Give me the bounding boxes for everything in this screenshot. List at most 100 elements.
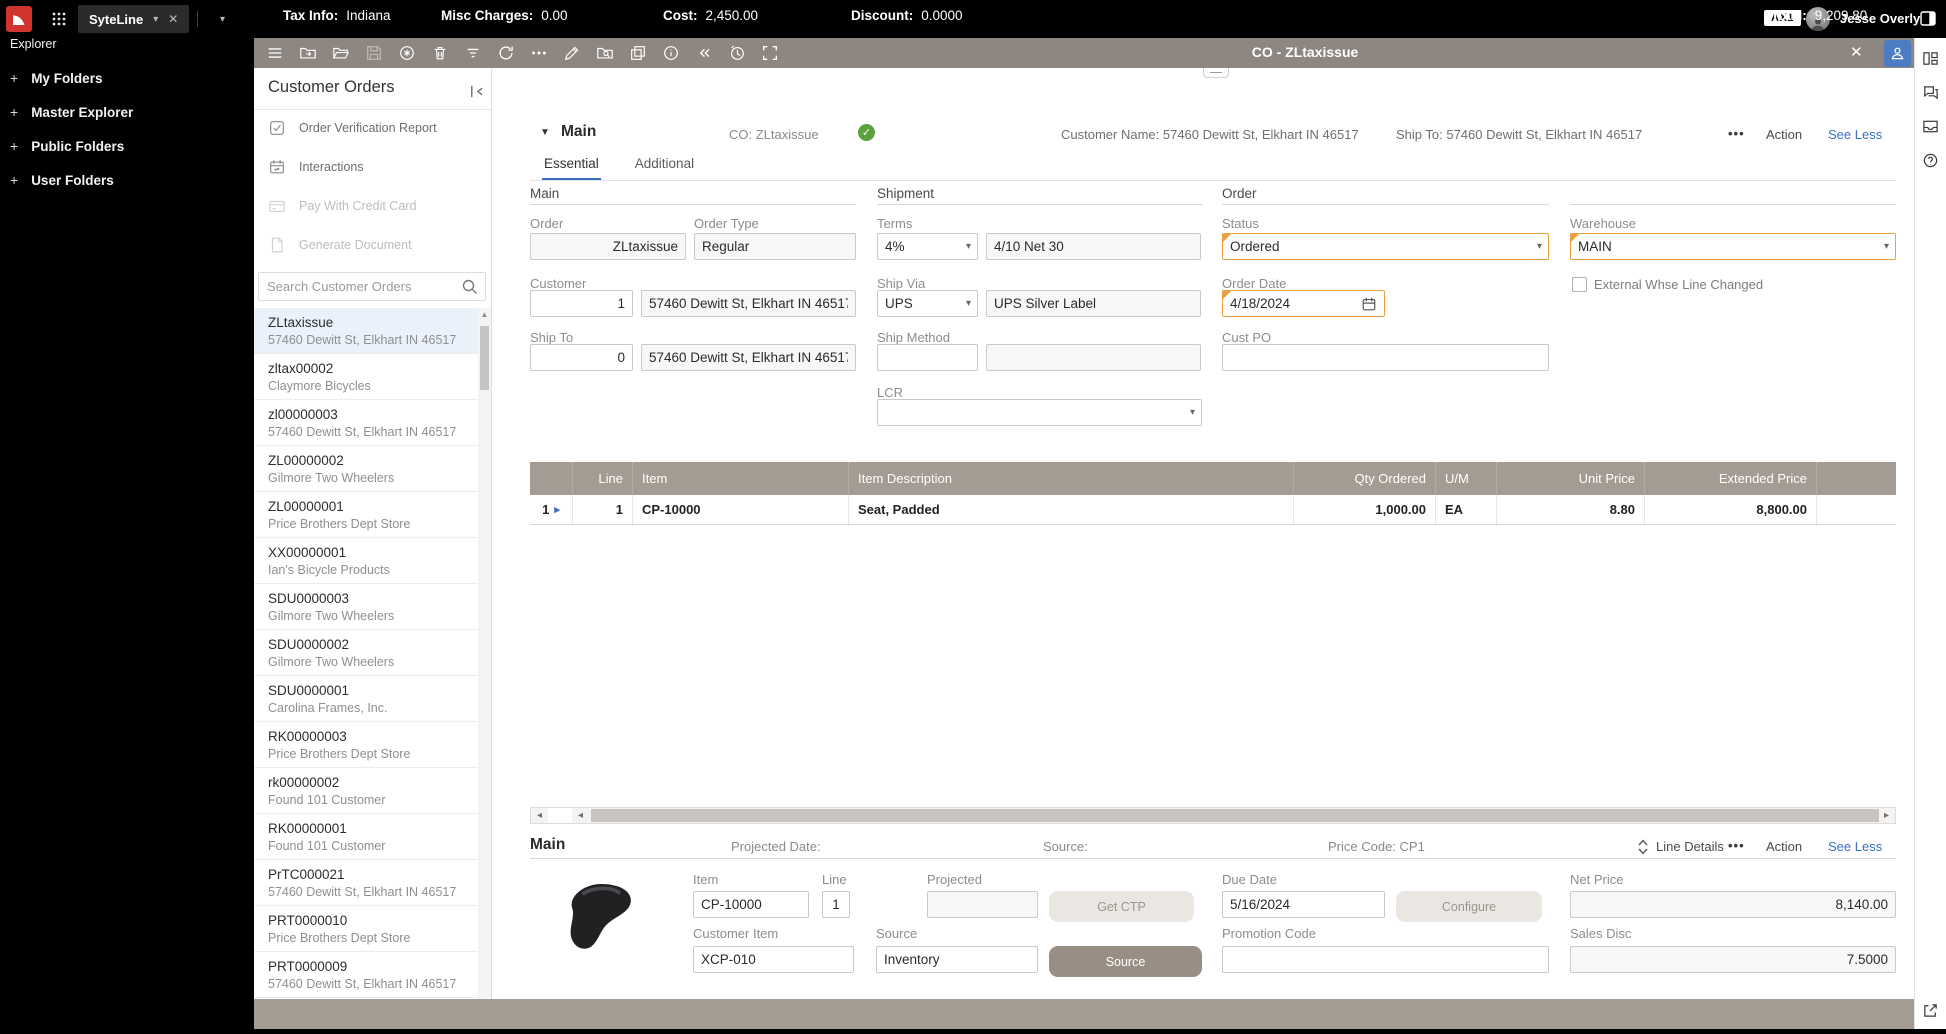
menu-item-generate-document[interactable]: Generate Document <box>268 233 412 257</box>
expand-plus-icon[interactable]: + <box>10 172 18 188</box>
explorer-folder-item[interactable]: + User Folders <box>10 172 133 188</box>
menu-icon[interactable] <box>266 44 284 62</box>
delete-icon[interactable] <box>431 44 449 62</box>
window-close-icon[interactable]: ✕ <box>1850 43 1863 63</box>
order-type-field[interactable] <box>694 233 856 260</box>
action-menu[interactable]: Action <box>1766 127 1802 142</box>
list-scrollbar[interactable]: ▲ <box>478 308 491 999</box>
scroll-left-icon[interactable]: ◂ <box>572 808 589 823</box>
search-input[interactable] <box>259 279 461 294</box>
order-list-item[interactable]: RK00000003 Price Brothers Dept Store <box>254 722 478 768</box>
explorer-folder-item[interactable]: + Master Explorer <box>10 104 133 120</box>
grid-header-qty[interactable]: Qty Ordered <box>1294 462 1436 495</box>
scrollbar-thumb[interactable] <box>480 326 489 390</box>
panel-toggle-icon[interactable] <box>1920 11 1936 26</box>
collapse-left-icon[interactable] <box>695 44 713 62</box>
scroll-up-icon[interactable]: ▲ <box>478 310 491 319</box>
order-list-item[interactable]: zltax00002 Claymore Bicycles <box>254 354 478 400</box>
order-date-field[interactable]: 4/18/2024 <box>1222 290 1385 317</box>
scroll-right-icon[interactable]: ▸ <box>1878 808 1895 823</box>
order-list-item[interactable]: RK00000001 Found 101 Customer <box>254 814 478 860</box>
order-list-item[interactable]: PRT0000009 57460 Dewitt St, Elkhart IN 4… <box>254 952 478 998</box>
expand-plus-icon[interactable]: + <box>10 138 18 154</box>
history-icon[interactable] <box>728 44 746 62</box>
order-list-item[interactable]: zl00000003 57460 Dewitt St, Elkhart IN 4… <box>254 400 478 446</box>
grid-header-unit-price[interactable]: Unit Price <box>1497 462 1645 495</box>
tab-additional[interactable]: Additional <box>633 156 696 181</box>
sales-disc-field[interactable] <box>1570 946 1896 973</box>
session-tab-syteline[interactable]: SyteLine ▾ ✕ <box>78 5 190 33</box>
customer-item-field[interactable] <box>693 946 854 973</box>
open-external-icon[interactable] <box>1922 1002 1939 1019</box>
external-whse-checkbox[interactable] <box>1572 277 1587 292</box>
promotion-code-field[interactable] <box>1222 946 1549 973</box>
item-field[interactable] <box>693 891 809 918</box>
chevron-down-icon[interactable]: ▾ <box>153 14 158 25</box>
collapse-handle[interactable] <box>1203 68 1229 78</box>
header-more-icon[interactable]: ••• <box>1728 126 1745 141</box>
explorer-folder-item[interactable]: + My Folders <box>10 70 133 86</box>
source-field[interactable] <box>876 946 1038 973</box>
ship-to-address-field[interactable] <box>641 344 856 371</box>
order-list-item[interactable]: rk00000002 Found 101 Customer <box>254 768 478 814</box>
order-list-item[interactable]: ZLtaxissue 57460 Dewitt St, Elkhart IN 4… <box>254 308 478 354</box>
more-actions-icon[interactable] <box>530 44 548 62</box>
scroll-left-icon[interactable]: ◂ <box>531 808 548 823</box>
grid-header-description[interactable]: Item Description <box>849 462 1294 495</box>
refresh-icon[interactable] <box>497 44 515 62</box>
ship-method-description-field[interactable] <box>986 344 1201 371</box>
search-icon[interactable] <box>461 278 479 296</box>
cust-po-field[interactable] <box>1222 344 1549 371</box>
menu-item-interactions[interactable]: Interactions <box>268 155 364 179</box>
help-icon[interactable] <box>1922 152 1939 169</box>
detail-see-less-link[interactable]: See Less <box>1828 839 1882 854</box>
infor-logo-icon[interactable] <box>6 6 32 32</box>
edit-icon[interactable] <box>563 44 581 62</box>
order-list-item[interactable]: PrTC000021 57460 Dewitt St, Elkhart IN 4… <box>254 860 478 906</box>
order-list-item[interactable]: SDU0000001 Carolina Frames, Inc. <box>254 676 478 722</box>
grid-data-row[interactable]: 1 ▸ 1 CP-10000 Seat, Padded 1,000.00 EA 8… <box>530 495 1896 525</box>
collapse-panel-icon[interactable] <box>468 83 485 100</box>
warehouse-select[interactable]: MAIN ▾ <box>1570 233 1896 260</box>
find-record-icon[interactable] <box>596 44 614 62</box>
order-list-item[interactable]: ZL00000001 Price Brothers Dept Store <box>254 492 478 538</box>
info-icon[interactable] <box>662 44 680 62</box>
hscrollbar-thumb[interactable] <box>591 809 1879 822</box>
customer-number-field[interactable] <box>530 290 633 317</box>
context-apps-icon[interactable] <box>1922 50 1939 67</box>
sort-line-details-icon[interactable] <box>1636 838 1650 855</box>
inbox-icon[interactable] <box>1922 118 1939 135</box>
order-list-item[interactable]: ZL00000002 Gilmore Two Wheelers <box>254 446 478 492</box>
projected-field[interactable] <box>927 891 1038 918</box>
order-field[interactable] <box>530 233 686 260</box>
grid-header-extended-price[interactable]: Extended Price <box>1645 462 1817 495</box>
menu-item-pay-with-credit-card[interactable]: Pay With Credit Card <box>268 194 416 218</box>
detail-more-icon[interactable]: ••• <box>1728 838 1745 853</box>
tab-essential[interactable]: Essential <box>542 156 601 181</box>
net-price-field[interactable] <box>1570 891 1896 918</box>
ship-to-number-field[interactable] <box>530 344 633 371</box>
line-field[interactable] <box>822 891 850 918</box>
collapse-section-icon[interactable]: ▼ <box>540 127 550 138</box>
close-tab-icon[interactable]: ✕ <box>168 12 178 26</box>
open-in-new-folder-icon[interactable] <box>299 44 317 62</box>
ship-method-select[interactable] <box>877 344 978 371</box>
copy-icon[interactable] <box>629 44 647 62</box>
open-folder-icon[interactable] <box>332 44 350 62</box>
horizontal-scrollbar[interactable]: ◂ ◂ ▸ <box>530 807 1896 824</box>
app-launcher-icon[interactable] <box>52 12 66 26</box>
grid-header-item[interactable]: Item <box>633 462 849 495</box>
line-details-link[interactable]: Line Details <box>1656 839 1724 854</box>
lcr-select[interactable]: ▾ <box>877 399 1202 426</box>
ship-via-description-field[interactable] <box>986 290 1201 317</box>
order-list-item[interactable]: SDU0000002 Gilmore Two Wheelers <box>254 630 478 676</box>
detail-action-menu[interactable]: Action <box>1766 839 1802 854</box>
configure-button[interactable]: Configure <box>1396 891 1542 922</box>
order-list-item[interactable]: PRT0000010 Price Brothers Dept Store <box>254 906 478 952</box>
calendar-icon[interactable] <box>1361 296 1377 312</box>
menu-item-order-verification-report[interactable]: Order Verification Report <box>268 116 437 140</box>
terms-description-field[interactable] <box>986 233 1201 260</box>
status-select[interactable]: Ordered ▾ <box>1222 233 1549 260</box>
save-icon[interactable] <box>365 44 383 62</box>
get-ctp-button[interactable]: Get CTP <box>1049 891 1194 922</box>
